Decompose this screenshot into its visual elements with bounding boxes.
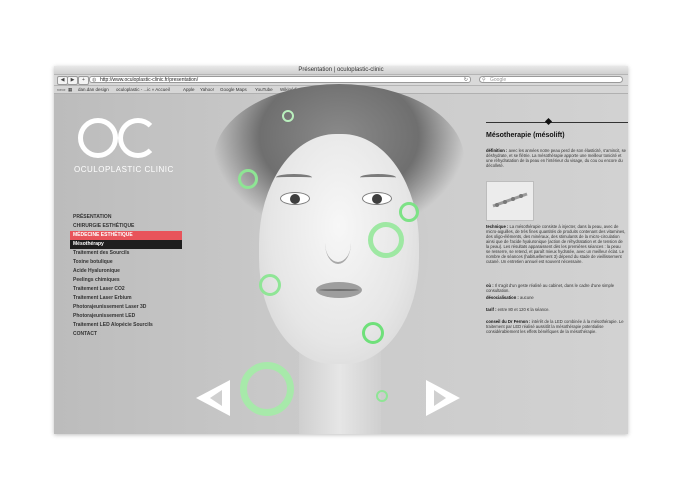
browser-window: Présentation | oculoplastic-clinic ◀ ▶ +…: [54, 66, 628, 434]
desocialisation-text: aucune: [519, 295, 534, 300]
menu-item-contact[interactable]: CONTACT: [70, 330, 182, 339]
treatment-ring[interactable]: [282, 110, 294, 122]
page-content: OCULOPLASTIC CLINIC PRÉSENTATION CHIRURG…: [54, 84, 628, 434]
treatment-ring[interactable]: [238, 169, 258, 189]
address-bar[interactable]: ◍ http://www.oculoplastic-clinic.fr/pres…: [89, 76, 471, 83]
tarif-text: entre 80 et 120 € la séance.: [497, 307, 550, 312]
menu-item-photo-led[interactable]: Photorajeunissement LED: [70, 312, 182, 321]
window-title: Présentation | oculoplastic-clinic: [298, 67, 384, 73]
desocialisation-paragraph: désocialisation : aucune: [486, 295, 626, 300]
portrait-right-brow: [360, 174, 396, 181]
prev-arrow-icon[interactable]: [196, 380, 230, 416]
menu-item-toxine[interactable]: Toxine botulique: [70, 258, 182, 267]
menu-item-peelings[interactable]: Peelings chimiques: [70, 276, 182, 285]
page-title: Mésotherapie (mésolift): [486, 132, 565, 139]
forward-arrow-icon[interactable]: ▶: [67, 76, 78, 85]
title-bar: Présentation | oculoplastic-clinic: [54, 66, 628, 75]
ou-paragraph: où : Il s'agit d'un geste réalisé au cab…: [486, 283, 626, 293]
portrait-nose: [325, 222, 351, 264]
treatment-ring[interactable]: [368, 222, 404, 258]
menu-item-medecine[interactable]: MÉDECINE ESTHÉTIQUE: [70, 231, 182, 240]
menu-item-chirurgie[interactable]: CHIRURGIE ESTHÉTIQUE: [70, 222, 182, 231]
product-image: [486, 181, 534, 221]
bookmark-item[interactable]: Google Maps: [220, 86, 247, 93]
bookmark-item[interactable]: oculoplastic - ...ic » Accueil: [116, 86, 170, 93]
next-arrow-icon[interactable]: [426, 380, 460, 416]
treatment-ring[interactable]: [362, 322, 384, 344]
menu-item-presentation[interactable]: PRÉSENTATION: [70, 213, 182, 222]
menu-item-laser-co2[interactable]: Traitement Laser CO2: [70, 285, 182, 294]
treatment-ring[interactable]: [399, 202, 419, 222]
main-menu: PRÉSENTATION CHIRURGIE ESTHÉTIQUE MÉDECI…: [70, 213, 182, 339]
lock-icon: ◍: [92, 77, 97, 83]
portrait-right-eye: [362, 192, 392, 205]
tarif-paragraph: tarif : entre 80 et 120 € la séance.: [486, 307, 626, 312]
desocialisation-label: désocialisation :: [486, 295, 519, 300]
logo-letter-o: [78, 118, 118, 158]
definition-text: avec les années notre peau perd de son é…: [486, 148, 626, 168]
menu-item-led-alopecie[interactable]: Traitement LED Alopécie Sourcils: [70, 321, 182, 330]
treatment-ring[interactable]: [376, 390, 388, 402]
menu-item-mesotherapy[interactable]: Mésothérapy: [70, 240, 182, 249]
menu-item-acide[interactable]: Acide Hyaluronique: [70, 267, 182, 276]
content-panel: Mésotherapie (mésolift) définition : ave…: [486, 94, 628, 434]
search-input[interactable]: ⚲ Google: [479, 76, 623, 83]
divider: [486, 122, 628, 123]
ou-text: Il s'agit d'un geste réalisé au cabinet,…: [486, 283, 615, 293]
bookmark-item[interactable]: YouTube: [255, 86, 273, 93]
technique-text: La mésothérapie consiste à injecter, dan…: [486, 224, 626, 264]
logo-text: OCULOPLASTIC CLINIC: [74, 165, 174, 174]
portrait-left-eye: [280, 192, 310, 205]
technique-paragraph: technique : La mésothérapie consiste à i…: [486, 224, 626, 264]
bookmark-item[interactable]: Apple: [183, 86, 195, 93]
portrait-left-brow: [276, 174, 312, 181]
search-icon: ⚲: [482, 77, 486, 83]
menu-item-laser-erbium[interactable]: Traitement Laser Erbium: [70, 294, 182, 303]
grid-icon[interactable]: ▦: [68, 86, 72, 93]
conseil-paragraph: conseil du Dr Fernon : intérêt de la LED…: [486, 319, 626, 334]
menu-item-photo-3d[interactable]: Photorajeunissement Laser 3D: [70, 303, 182, 312]
bookmark-item[interactable]: Yahoo!: [200, 86, 214, 93]
treatment-ring[interactable]: [259, 274, 281, 296]
portrait-lips: [316, 282, 362, 298]
diamond-icon: [544, 117, 553, 126]
definition-paragraph: définition : avec les années notre peau …: [486, 148, 626, 168]
plus-icon[interactable]: +: [78, 76, 89, 85]
treatment-ring[interactable]: [240, 362, 294, 416]
url-text: http://www.oculoplastic-clinic.fr/presen…: [100, 77, 199, 83]
menu-item-sourcils[interactable]: Traitement des Sourcils: [70, 249, 182, 258]
reader-icon[interactable]: ▭▭: [57, 86, 66, 93]
logo-mark[interactable]: [78, 118, 158, 158]
tarif-label: tarif :: [486, 307, 497, 312]
logo-letter-c: [118, 118, 158, 158]
search-placeholder: Google: [490, 77, 507, 83]
reload-icon[interactable]: ↻: [464, 77, 468, 84]
bookmark-item[interactable]: dan.dan design: [78, 86, 109, 93]
